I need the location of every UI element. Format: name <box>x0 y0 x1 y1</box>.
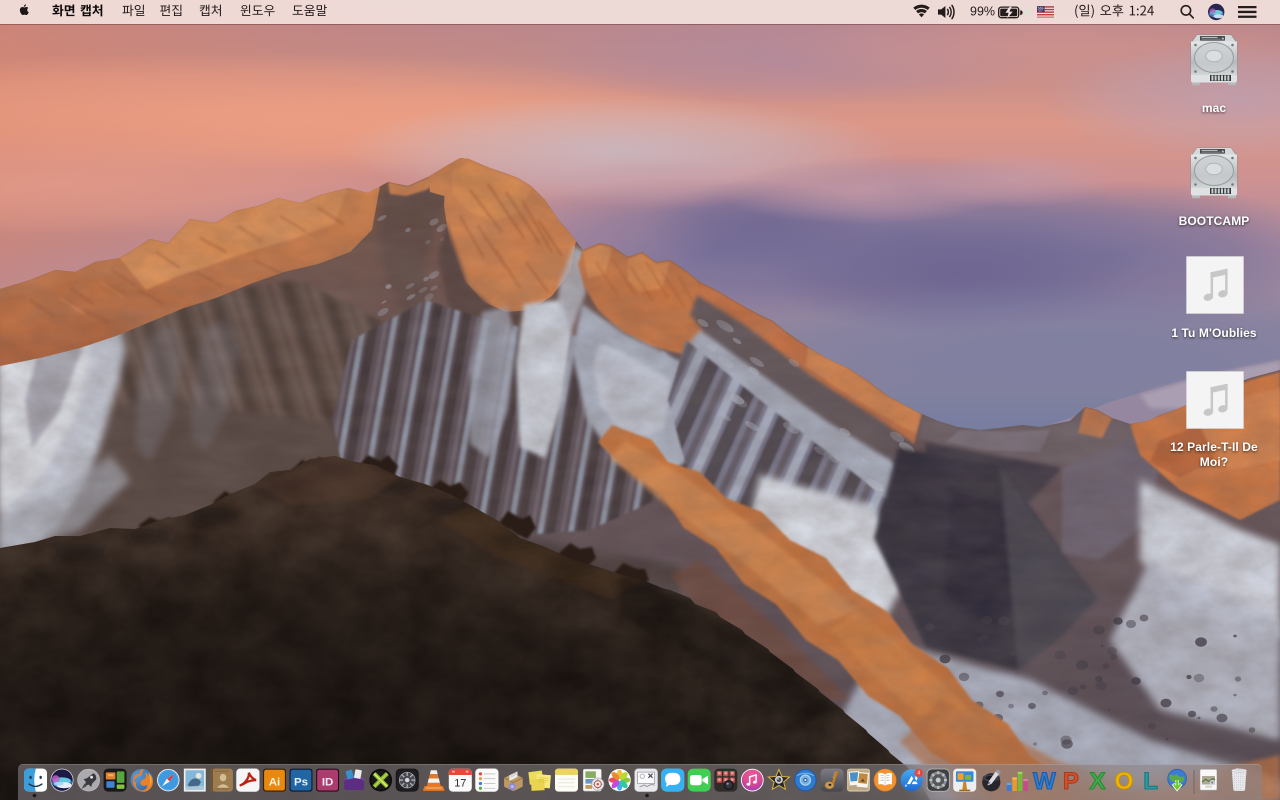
svg-text:W: W <box>1033 768 1056 795</box>
svg-text:L: L <box>1143 768 1158 795</box>
svg-text:Ps: Ps <box>294 776 308 788</box>
svg-text:P: P <box>1063 768 1079 795</box>
svg-text:Ai: Ai <box>269 776 281 788</box>
svg-text:O: O <box>1115 768 1134 795</box>
svg-text:4: 4 <box>917 771 920 777</box>
svg-text:17: 17 <box>454 778 466 790</box>
svg-text:X: X <box>1089 768 1105 795</box>
svg-text:99%: 99% <box>970 5 995 19</box>
svg-text:ID: ID <box>322 776 334 788</box>
